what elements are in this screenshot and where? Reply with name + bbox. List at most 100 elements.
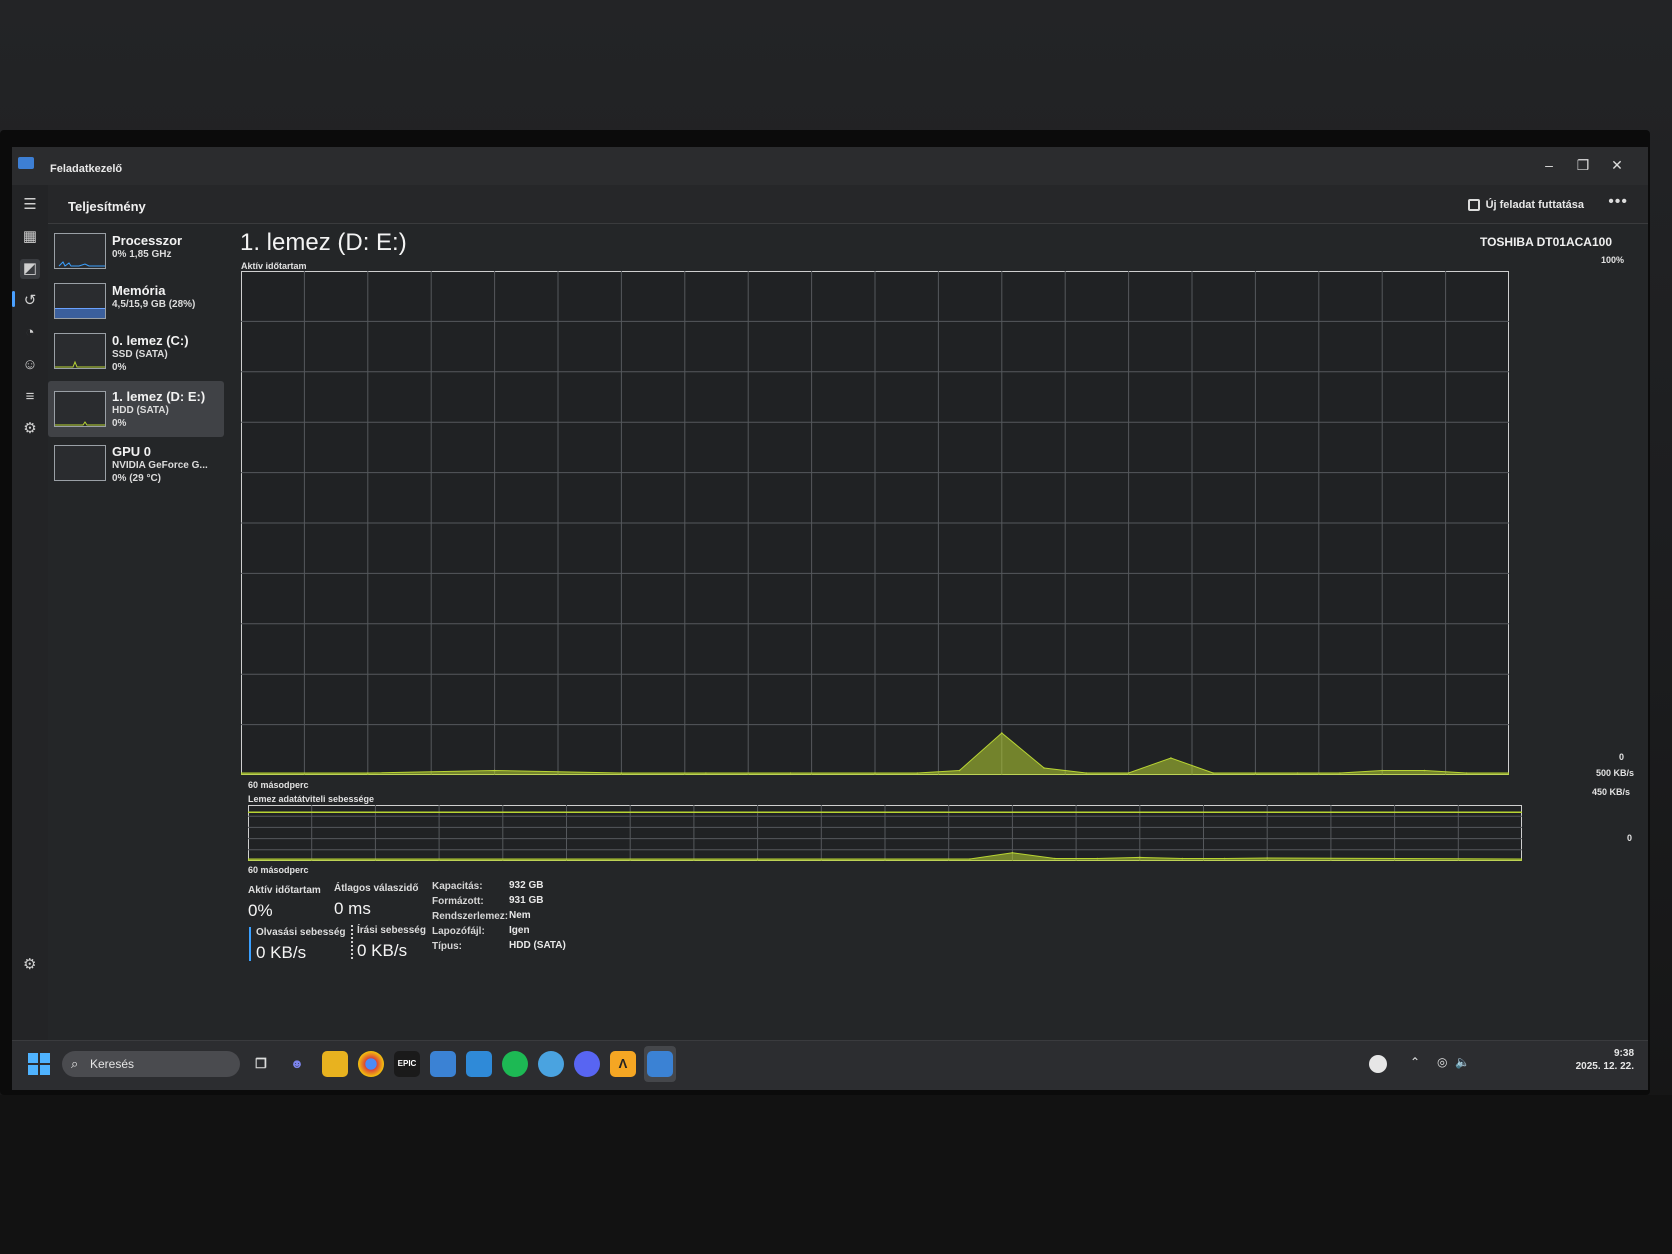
- data-point: [789, 772, 792, 774]
- tile-disk-0-usage: 0%: [112, 362, 127, 373]
- page-header: Teljesítmény Új feladat futtatása •••: [48, 185, 1648, 224]
- discord-icon[interactable]: [574, 1051, 600, 1077]
- start-button[interactable]: [28, 1053, 50, 1075]
- tile-gpu-0-usage: 0% (29 °C): [112, 473, 162, 484]
- system-disk-key: Rendszerlemez:: [432, 911, 509, 922]
- type-value: HDD (SATA): [509, 940, 566, 951]
- details-icon[interactable]: ≡: [20, 387, 40, 407]
- network-icon[interactable]: ◎: [1437, 1055, 1447, 1069]
- volume-icon[interactable]: 🔈: [1455, 1055, 1470, 1069]
- tile-disk-1-type: HDD (SATA): [112, 405, 169, 416]
- tile-gpu-0-model: NVIDIA GeForce G...: [112, 460, 208, 471]
- read-speed-value: 0 KB/s: [256, 943, 307, 962]
- tile-processor[interactable]: Processzor 0% 1,85 GHz: [48, 227, 224, 277]
- performance-icon[interactable]: ◩: [20, 259, 40, 279]
- transfer-chart-svg: [247, 805, 1523, 862]
- app-icon-orange[interactable]: Λ: [610, 1051, 636, 1077]
- more-options-button[interactable]: •••: [1608, 193, 1628, 211]
- processes-icon[interactable]: ▦: [20, 227, 40, 247]
- system-disk-value: Nem: [509, 910, 531, 921]
- type-key: Típus:: [432, 941, 462, 952]
- transfer-chart: [247, 805, 1523, 862]
- page-file-value: Igen: [509, 925, 530, 936]
- tile-disk-0[interactable]: 0. lemez (C:) SSD (SATA) 0%: [48, 327, 224, 377]
- data-point: [1381, 769, 1383, 772]
- data-point: [493, 769, 496, 772]
- data-point: [1423, 769, 1426, 772]
- disk-title: 1. lemez (D: E:): [240, 229, 407, 256]
- startup-apps-icon[interactable]: ◔: [20, 323, 40, 343]
- data-point: [1054, 857, 1056, 860]
- teams-icon[interactable]: ☻: [284, 1051, 310, 1077]
- data-point: [1212, 772, 1214, 774]
- data-point: [969, 858, 971, 860]
- services-icon[interactable]: ⚙: [20, 419, 40, 439]
- file-explorer-icon[interactable]: [322, 1051, 348, 1077]
- epic-games-icon[interactable]: EPIC: [394, 1051, 420, 1077]
- app-history-icon[interactable]: ↺: [20, 291, 40, 311]
- settings-gear-icon[interactable]: ⚙: [23, 955, 36, 973]
- close-button[interactable]: ✕: [1602, 153, 1632, 177]
- tile-disk-1-name: 1. lemez (D: E:): [112, 389, 206, 404]
- data-point: [705, 772, 707, 774]
- app-icon-blue-1[interactable]: [430, 1051, 456, 1077]
- window-title: Feladatkezelő: [50, 163, 123, 175]
- tile-gpu-0[interactable]: GPU 0 NVIDIA GeForce G... 0% (29 °C): [48, 439, 224, 489]
- disk-1-thumbnail: [54, 391, 106, 427]
- tile-memory[interactable]: Memória 4,5/15,9 GB (28%): [48, 277, 224, 327]
- title-bar: Feladatkezelő – ❐ ✕: [12, 147, 1648, 185]
- run-task-label: Új feladat futtatása: [1485, 199, 1584, 211]
- active-time-time-label: 60 másodperc: [248, 780, 309, 790]
- active-time-chart: [240, 271, 1510, 776]
- disk-0-thumbnail: [54, 333, 106, 369]
- steam-like-icon[interactable]: [538, 1051, 564, 1077]
- avg-response-value: 0 ms: [334, 899, 371, 918]
- read-speed-label: Olvasási sebesség: [256, 927, 346, 938]
- data-point: [874, 772, 876, 774]
- active-time-min-label: 0: [1618, 752, 1624, 762]
- transfer-chart-label: Lemez adatátviteli sebessége: [248, 794, 375, 804]
- data-point: [1465, 772, 1468, 774]
- task-view-icon[interactable]: ❐: [248, 1051, 274, 1077]
- transfer-line-label: 450 KB/s: [1591, 787, 1630, 797]
- task-manager-taskbar-icon[interactable]: [647, 1051, 673, 1077]
- run-new-task-button[interactable]: Új feladat futtatása: [1467, 195, 1584, 215]
- task-manager-window: Feladatkezelő – ❐ ✕ ☰ ▦ ◩ ↺ ◔ ☺ ≡ ⚙ ⚙ Te…: [12, 147, 1648, 1090]
- hamburger-menu-icon[interactable]: ☰: [20, 195, 40, 215]
- task-manager-icon: [18, 157, 34, 169]
- data-point: [367, 772, 369, 774]
- active-indicator: [12, 291, 15, 307]
- capacity-value: 932 GB: [509, 880, 544, 891]
- users-icon[interactable]: ☺: [20, 355, 40, 375]
- search-icon: ⌕: [71, 1056, 79, 1071]
- minimize-button[interactable]: –: [1534, 153, 1564, 177]
- app-icon-blue-2[interactable]: [466, 1051, 492, 1077]
- data-point: [1296, 772, 1299, 774]
- capacity-key: Kapacitás:: [432, 881, 483, 892]
- data-point: [916, 772, 919, 774]
- data-point: [1170, 757, 1172, 759]
- data-point: [1001, 732, 1003, 734]
- tile-disk-1[interactable]: 1. lemez (D: E:) HDD (SATA) 0%: [48, 381, 224, 437]
- chevron-up-icon[interactable]: ⌃: [1410, 1055, 1420, 1069]
- page-file-key: Lapozófájl:: [432, 926, 485, 937]
- clock-date: 2025. 12. 22.: [1575, 1061, 1634, 1072]
- formatted-value: 931 GB: [509, 895, 544, 906]
- disk-model: TOSHIBA DT01ACA100: [1479, 235, 1612, 249]
- write-speed-label: Írási sebesség: [357, 925, 426, 936]
- page-title: Teljesítmény: [68, 199, 146, 214]
- restore-button[interactable]: ❐: [1568, 153, 1598, 177]
- data-point: [1011, 852, 1014, 854]
- write-speed-bar: [351, 925, 353, 959]
- taskbar-clock[interactable]: 9:38 2025. 12. 22.: [1576, 1047, 1634, 1073]
- weather-icon[interactable]: [1369, 1055, 1387, 1073]
- windows-taskbar: ⌕ Keresés ❐ ☻ EPIC Λ ⌃ ◎ 🔈 9:38 2025. 12…: [12, 1040, 1648, 1090]
- taskbar-search-box[interactable]: ⌕ Keresés: [62, 1051, 240, 1077]
- spotify-icon[interactable]: [502, 1051, 528, 1077]
- data-point: [1181, 857, 1184, 860]
- data-point: [756, 858, 759, 860]
- data-point: [620, 772, 623, 774]
- chrome-icon[interactable]: [358, 1051, 384, 1077]
- read-speed-bar: [249, 927, 251, 961]
- avg-response-label: Átlagos válaszidő: [334, 883, 419, 894]
